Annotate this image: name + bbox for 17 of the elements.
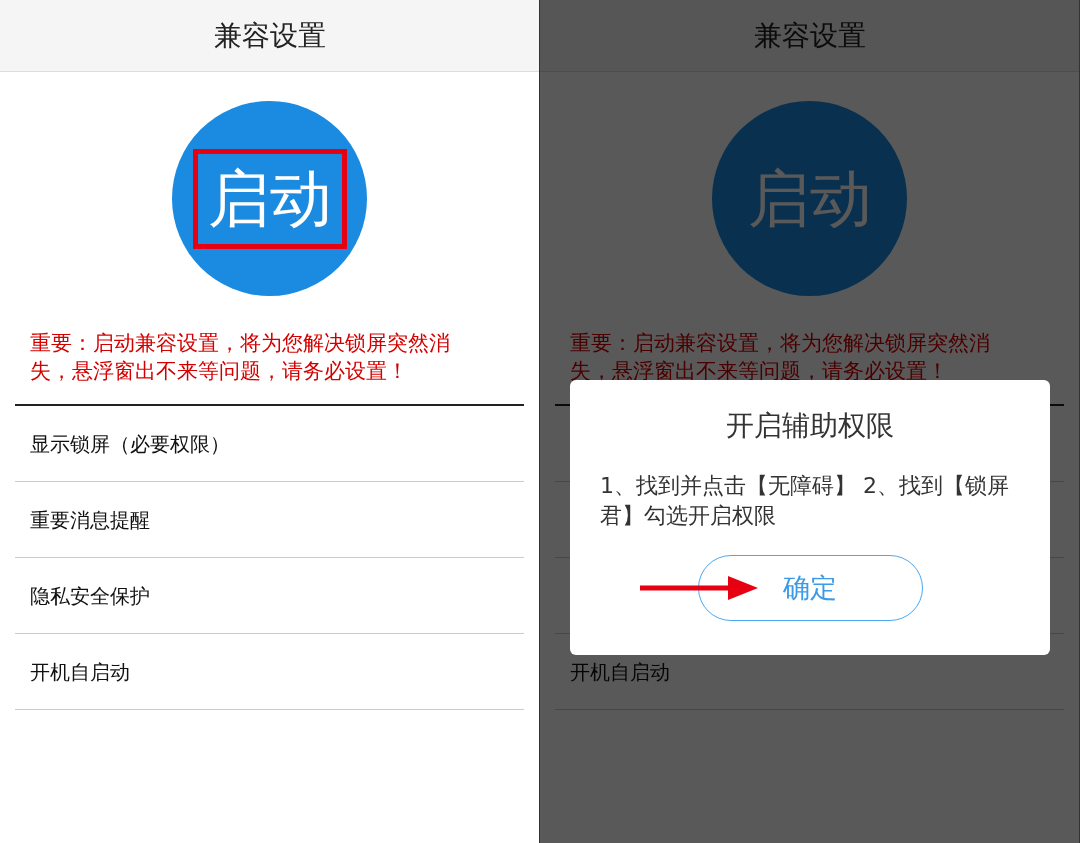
- dialog-message: 1、找到并点击【无障碍】 2、找到【锁屏君】勾选开启权限: [600, 472, 1010, 530]
- page-title: 兼容设置: [213, 17, 326, 54]
- row-label: 开机自启动: [570, 658, 670, 686]
- settings-row[interactable]: 开机自启动: [15, 634, 524, 710]
- settings-row[interactable]: 重要消息提醒: [15, 482, 524, 558]
- settings-row[interactable]: 隐私安全保护: [15, 558, 524, 634]
- start-button[interactable]: 启动: [172, 101, 367, 296]
- row-label: 重要消息提醒: [30, 506, 150, 534]
- settings-row[interactable]: 显示锁屏（必要权限）: [15, 406, 524, 482]
- row-label: 隐私安全保护: [30, 582, 150, 610]
- row-label: 显示锁屏（必要权限）: [30, 430, 230, 458]
- start-label: 启动: [192, 148, 347, 249]
- notice-text: 重要：启动兼容设置，将为您解决锁屏突然消失，悬浮窗出不来等问题，请务必设置！: [30, 330, 451, 385]
- page-title: 兼容设置: [753, 17, 866, 54]
- dialog-title: 开启辅助权限: [726, 408, 894, 444]
- start-label: 启动: [746, 160, 873, 237]
- row-label: 开机自启动: [30, 658, 130, 686]
